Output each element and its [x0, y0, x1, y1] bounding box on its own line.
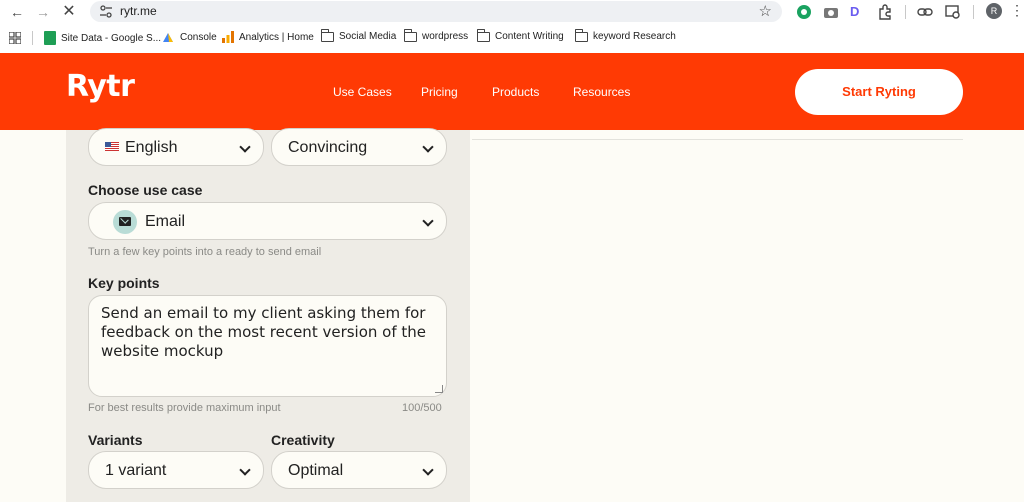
folder-icon	[476, 28, 490, 42]
nav-use-cases[interactable]: Use Cases	[333, 85, 392, 99]
creativity-select[interactable]: Optimal	[271, 451, 447, 489]
back-icon[interactable]: ←	[8, 3, 26, 21]
editor-form-panel: English Convincing Choose use case Email…	[66, 128, 470, 502]
folder-icon	[403, 28, 417, 42]
extensions-puzzle-icon[interactable]	[876, 3, 894, 21]
chevron-down-icon	[422, 215, 434, 227]
browser-toolbar: ← → ✕ rytr.me ☆ D R ⋮	[0, 0, 1024, 24]
forward-icon[interactable]: →	[34, 3, 52, 21]
bookmark-analytics[interactable]: Analytics | Home	[222, 31, 314, 43]
variants-label: Variants	[88, 432, 143, 448]
tab-search-icon[interactable]	[944, 3, 962, 21]
email-icon	[113, 210, 137, 234]
url-text[interactable]: rytr.me	[120, 4, 157, 18]
menu-kebab-icon[interactable]: ⋮	[1010, 2, 1024, 19]
use-case-hint: Turn a few key points into a ready to se…	[88, 246, 322, 258]
apps-grid-icon[interactable]	[9, 32, 21, 44]
bookmarks-bar: Site Data - Google S... Console Analytic…	[0, 24, 1024, 53]
camera-extension-icon[interactable]	[822, 3, 840, 21]
site-info-icon[interactable]	[99, 5, 113, 18]
bookmark-star-icon[interactable]: ☆	[759, 2, 772, 20]
chevron-down-icon	[239, 464, 251, 476]
folder-icon	[320, 28, 334, 42]
use-case-select[interactable]: Email	[88, 202, 447, 240]
link-icon[interactable]	[916, 3, 934, 21]
chevron-down-icon	[422, 464, 434, 476]
grammarly-extension-icon[interactable]	[795, 3, 813, 21]
bookmark-content-writing[interactable]: Content Writing	[476, 28, 564, 42]
chevron-down-icon	[422, 141, 434, 153]
start-ryting-button[interactable]: Start Ryting	[795, 69, 963, 115]
stop-loading-icon[interactable]: ✕	[60, 3, 78, 21]
char-count: 100/500	[402, 402, 442, 414]
search-console-icon	[163, 33, 173, 42]
key-points-label: Key points	[88, 275, 160, 291]
input-hint: For best results provide maximum input	[88, 402, 281, 414]
bookmark-site-data[interactable]: Site Data - Google S...	[44, 31, 161, 45]
site-header: Rytr Use Cases Pricing Products Resource…	[0, 53, 1024, 130]
output-editor-area[interactable]	[472, 130, 963, 140]
bookmark-social-media[interactable]: Social Media	[320, 28, 396, 42]
rytr-logo[interactable]: Rytr	[66, 69, 135, 104]
us-flag-icon	[105, 142, 119, 152]
creativity-label: Creativity	[271, 432, 335, 448]
variants-select[interactable]: 1 variant	[88, 451, 264, 489]
analytics-icon	[222, 31, 234, 43]
bookmark-wordpress[interactable]: wordpress	[403, 28, 468, 42]
bookmark-console[interactable]: Console	[162, 31, 217, 44]
nav-resources[interactable]: Resources	[573, 85, 630, 99]
tone-select[interactable]: Convincing	[271, 128, 447, 166]
folder-icon	[574, 28, 588, 42]
chevron-down-icon	[239, 141, 251, 153]
resize-handle[interactable]	[435, 385, 443, 393]
address-bar[interactable]: rytr.me ☆	[90, 1, 782, 22]
profile-avatar[interactable]: R	[986, 3, 1002, 19]
use-case-label: Choose use case	[88, 182, 203, 198]
language-select[interactable]: English	[88, 128, 264, 166]
nav-products[interactable]: Products	[492, 85, 539, 99]
nav-pricing[interactable]: Pricing	[421, 85, 458, 99]
bookmark-keyword-research[interactable]: keyword Research	[574, 28, 676, 42]
d-extension-icon[interactable]: D	[850, 3, 868, 21]
key-points-textarea[interactable]: Send an email to my client asking them f…	[88, 295, 447, 397]
google-sheets-icon	[44, 31, 56, 45]
